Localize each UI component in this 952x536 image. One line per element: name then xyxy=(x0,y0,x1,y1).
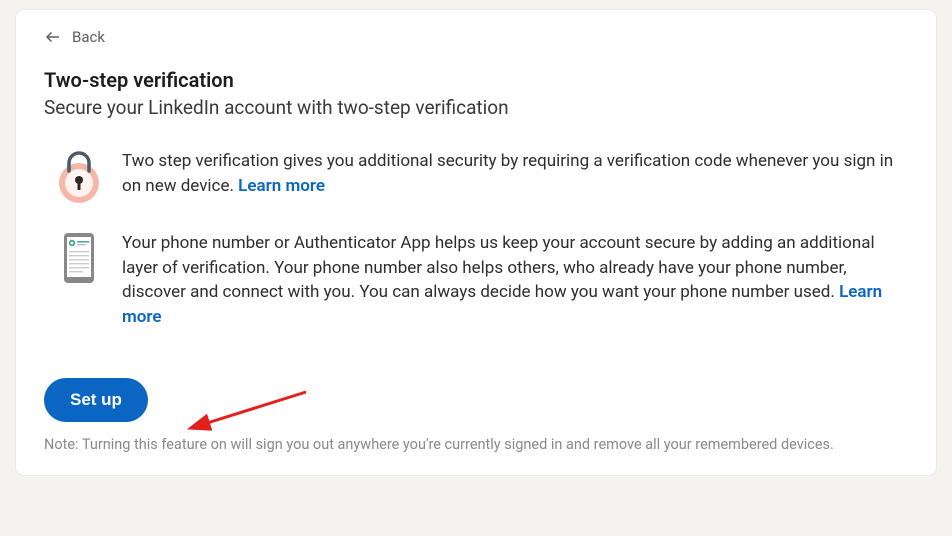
phone-description: Your phone number or Authenticator App h… xyxy=(122,233,875,302)
info-block-security: Two step verification gives you addition… xyxy=(44,149,908,203)
info-text-phone: Your phone number or Authenticator App h… xyxy=(122,231,908,330)
info-block-phone: Your phone number or Authenticator App h… xyxy=(44,231,908,330)
footer-note: Note: Turning this feature on will sign … xyxy=(44,436,908,453)
lock-icon xyxy=(56,149,102,203)
back-arrow-icon xyxy=(44,28,62,46)
learn-more-link-security[interactable]: Learn more xyxy=(238,176,325,196)
settings-card: Back Two-step verification Secure your L… xyxy=(16,10,936,475)
info-text-security: Two step verification gives you addition… xyxy=(122,149,908,203)
phone-icon xyxy=(56,231,102,285)
annotation-arrow-icon xyxy=(176,380,316,440)
back-label: Back xyxy=(72,28,105,46)
setup-button[interactable]: Set up xyxy=(44,378,148,422)
page-subtitle: Secure your LinkedIn account with two-st… xyxy=(44,96,908,119)
page-title: Two-step verification xyxy=(44,68,908,92)
back-button[interactable]: Back xyxy=(44,28,105,46)
